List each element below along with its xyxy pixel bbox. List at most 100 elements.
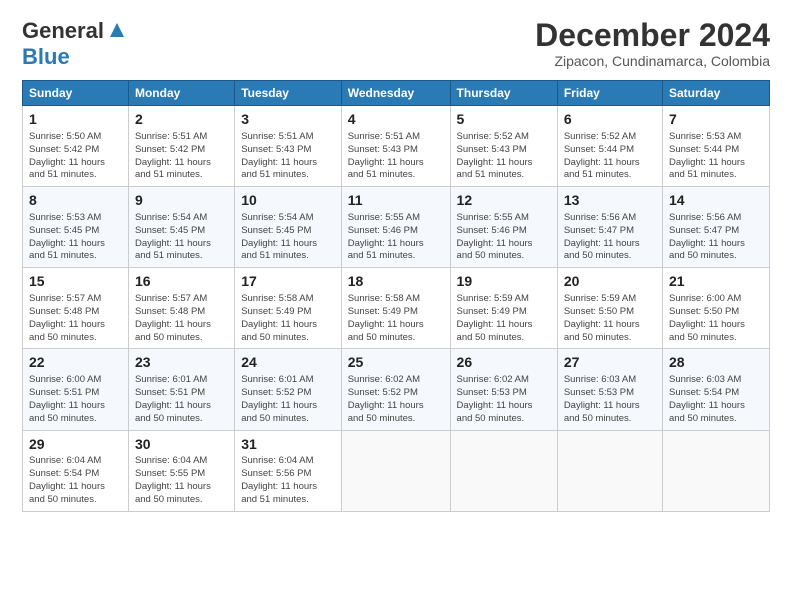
- calendar-day-cell: 14 Sunrise: 5:56 AM Sunset: 5:47 PM Dayli…: [662, 187, 769, 268]
- day-info: Sunrise: 5:51 AM Sunset: 5:43 PM Dayligh…: [241, 131, 335, 182]
- day-number: 3: [241, 110, 335, 129]
- calendar-day-cell: 31Sunrise: 6:04 AM Sunset: 5:56 PM Dayli…: [235, 430, 342, 511]
- day-info: Sunrise: 6:03 AM Sunset: 5:54 PM Dayligh…: [669, 374, 763, 425]
- day-info: Sunrise: 6:04 AM Sunset: 5:56 PM Dayligh…: [241, 455, 335, 506]
- main-title: December 2024: [535, 18, 770, 53]
- calendar-day-cell: 28 Sunrise: 6:03 AM Sunset: 5:54 PM Dayli…: [662, 349, 769, 430]
- calendar-day-cell: 22Sunrise: 6:00 AM Sunset: 5:51 PM Dayli…: [23, 349, 129, 430]
- day-info: Sunrise: 6:03 AM Sunset: 5:53 PM Dayligh…: [564, 374, 656, 425]
- day-number: 20: [564, 272, 656, 291]
- calendar-day-cell: 24 Sunrise: 6:01 AM Sunset: 5:52 PM Dayli…: [235, 349, 342, 430]
- calendar-day-cell: 29Sunrise: 6:04 AM Sunset: 5:54 PM Dayli…: [23, 430, 129, 511]
- day-info: Sunrise: 5:55 AM Sunset: 5:46 PM Dayligh…: [457, 212, 551, 263]
- title-area: December 2024 Zipacon, Cundinamarca, Col…: [535, 18, 770, 69]
- day-number: 22: [29, 353, 122, 372]
- day-number: 14: [669, 191, 763, 210]
- calendar-day-cell: [662, 430, 769, 511]
- calendar-day-cell: [557, 430, 662, 511]
- day-info: Sunrise: 6:01 AM Sunset: 5:52 PM Dayligh…: [241, 374, 335, 425]
- day-info: Sunrise: 5:53 AM Sunset: 5:45 PM Dayligh…: [29, 212, 122, 263]
- calendar-day-cell: 25 Sunrise: 6:02 AM Sunset: 5:52 PM Dayli…: [341, 349, 450, 430]
- day-info: Sunrise: 6:00 AM Sunset: 5:50 PM Dayligh…: [669, 293, 763, 344]
- day-number: 7: [669, 110, 763, 129]
- day-info: Sunrise: 6:04 AM Sunset: 5:54 PM Dayligh…: [29, 455, 122, 506]
- day-info: Sunrise: 6:04 AM Sunset: 5:55 PM Dayligh…: [135, 455, 228, 506]
- day-info: Sunrise: 5:59 AM Sunset: 5:49 PM Dayligh…: [457, 293, 551, 344]
- day-number: 11: [348, 191, 444, 210]
- day-number: 23: [135, 353, 228, 372]
- calendar-header-row: SundayMondayTuesdayWednesdayThursdayFrid…: [23, 81, 770, 106]
- day-info: Sunrise: 5:57 AM Sunset: 5:48 PM Dayligh…: [135, 293, 228, 344]
- day-info: Sunrise: 5:50 AM Sunset: 5:42 PM Dayligh…: [29, 131, 122, 182]
- calendar-day-cell: 16 Sunrise: 5:57 AM Sunset: 5:48 PM Dayli…: [128, 268, 234, 349]
- column-header-saturday: Saturday: [662, 81, 769, 106]
- day-info: Sunrise: 6:02 AM Sunset: 5:52 PM Dayligh…: [348, 374, 444, 425]
- calendar-week-row: 29Sunrise: 6:04 AM Sunset: 5:54 PM Dayli…: [23, 430, 770, 511]
- logo-general: General: [22, 18, 104, 44]
- page: General Blue December 2024 Zipacon, Cund…: [0, 0, 792, 612]
- day-number: 12: [457, 191, 551, 210]
- calendar-day-cell: 3 Sunrise: 5:51 AM Sunset: 5:43 PM Daylig…: [235, 106, 342, 187]
- calendar-day-cell: 8Sunrise: 5:53 AM Sunset: 5:45 PM Daylig…: [23, 187, 129, 268]
- calendar-day-cell: 17 Sunrise: 5:58 AM Sunset: 5:49 PM Dayli…: [235, 268, 342, 349]
- day-number: 25: [348, 353, 444, 372]
- day-info: Sunrise: 5:58 AM Sunset: 5:49 PM Dayligh…: [348, 293, 444, 344]
- day-number: 29: [29, 435, 122, 454]
- calendar-day-cell: [450, 430, 557, 511]
- calendar-day-cell: 20 Sunrise: 5:59 AM Sunset: 5:50 PM Dayli…: [557, 268, 662, 349]
- day-number: 16: [135, 272, 228, 291]
- subtitle: Zipacon, Cundinamarca, Colombia: [535, 53, 770, 69]
- day-info: Sunrise: 5:53 AM Sunset: 5:44 PM Dayligh…: [669, 131, 763, 182]
- calendar-week-row: 22Sunrise: 6:00 AM Sunset: 5:51 PM Dayli…: [23, 349, 770, 430]
- day-number: 1: [29, 110, 122, 129]
- calendar-day-cell: 21 Sunrise: 6:00 AM Sunset: 5:50 PM Dayli…: [662, 268, 769, 349]
- logo: General Blue: [22, 18, 128, 70]
- day-number: 15: [29, 272, 122, 291]
- day-info: Sunrise: 6:01 AM Sunset: 5:51 PM Dayligh…: [135, 374, 228, 425]
- day-number: 31: [241, 435, 335, 454]
- calendar-week-row: 15 Sunrise: 5:57 AM Sunset: 5:48 PM Dayli…: [23, 268, 770, 349]
- calendar-day-cell: 2 Sunrise: 5:51 AM Sunset: 5:42 PM Daylig…: [128, 106, 234, 187]
- day-number: 18: [348, 272, 444, 291]
- calendar-table: SundayMondayTuesdayWednesdayThursdayFrid…: [22, 80, 770, 512]
- day-number: 19: [457, 272, 551, 291]
- calendar-day-cell: 5Sunrise: 5:52 AM Sunset: 5:43 PM Daylig…: [450, 106, 557, 187]
- day-number: 4: [348, 110, 444, 129]
- column-header-thursday: Thursday: [450, 81, 557, 106]
- day-info: Sunrise: 5:52 AM Sunset: 5:44 PM Dayligh…: [564, 131, 656, 182]
- calendar-day-cell: 27 Sunrise: 6:03 AM Sunset: 5:53 PM Dayli…: [557, 349, 662, 430]
- calendar-day-cell: 4 Sunrise: 5:51 AM Sunset: 5:43 PM Daylig…: [341, 106, 450, 187]
- day-info: Sunrise: 6:02 AM Sunset: 5:53 PM Dayligh…: [457, 374, 551, 425]
- day-info: Sunrise: 5:51 AM Sunset: 5:43 PM Dayligh…: [348, 131, 444, 182]
- day-number: 28: [669, 353, 763, 372]
- day-number: 17: [241, 272, 335, 291]
- day-number: 21: [669, 272, 763, 291]
- day-info: Sunrise: 5:59 AM Sunset: 5:50 PM Dayligh…: [564, 293, 656, 344]
- day-info: Sunrise: 5:57 AM Sunset: 5:48 PM Dayligh…: [29, 293, 122, 344]
- day-number: 13: [564, 191, 656, 210]
- calendar-week-row: 1 Sunrise: 5:50 AM Sunset: 5:42 PM Daylig…: [23, 106, 770, 187]
- day-info: Sunrise: 5:58 AM Sunset: 5:49 PM Dayligh…: [241, 293, 335, 344]
- day-number: 2: [135, 110, 228, 129]
- calendar-day-cell: 7 Sunrise: 5:53 AM Sunset: 5:44 PM Daylig…: [662, 106, 769, 187]
- day-number: 6: [564, 110, 656, 129]
- day-info: Sunrise: 5:56 AM Sunset: 5:47 PM Dayligh…: [669, 212, 763, 263]
- logo-blue: Blue: [22, 44, 70, 69]
- column-header-wednesday: Wednesday: [341, 81, 450, 106]
- day-info: Sunrise: 5:51 AM Sunset: 5:42 PM Dayligh…: [135, 131, 228, 182]
- logo-bird-icon: [106, 19, 128, 41]
- calendar-week-row: 8Sunrise: 5:53 AM Sunset: 5:45 PM Daylig…: [23, 187, 770, 268]
- calendar-day-cell: 26Sunrise: 6:02 AM Sunset: 5:53 PM Dayli…: [450, 349, 557, 430]
- day-info: Sunrise: 5:56 AM Sunset: 5:47 PM Dayligh…: [564, 212, 656, 263]
- calendar-day-cell: 10Sunrise: 5:54 AM Sunset: 5:45 PM Dayli…: [235, 187, 342, 268]
- calendar-day-cell: 12 Sunrise: 5:55 AM Sunset: 5:46 PM Dayli…: [450, 187, 557, 268]
- day-info: Sunrise: 5:55 AM Sunset: 5:46 PM Dayligh…: [348, 212, 444, 263]
- day-number: 5: [457, 110, 551, 129]
- day-number: 24: [241, 353, 335, 372]
- calendar-day-cell: 19 Sunrise: 5:59 AM Sunset: 5:49 PM Dayli…: [450, 268, 557, 349]
- calendar-day-cell: 23 Sunrise: 6:01 AM Sunset: 5:51 PM Dayli…: [128, 349, 234, 430]
- calendar-day-cell: 13 Sunrise: 5:56 AM Sunset: 5:47 PM Dayli…: [557, 187, 662, 268]
- calendar-day-cell: 9Sunrise: 5:54 AM Sunset: 5:45 PM Daylig…: [128, 187, 234, 268]
- calendar-day-cell: 11 Sunrise: 5:55 AM Sunset: 5:46 PM Dayli…: [341, 187, 450, 268]
- day-number: 27: [564, 353, 656, 372]
